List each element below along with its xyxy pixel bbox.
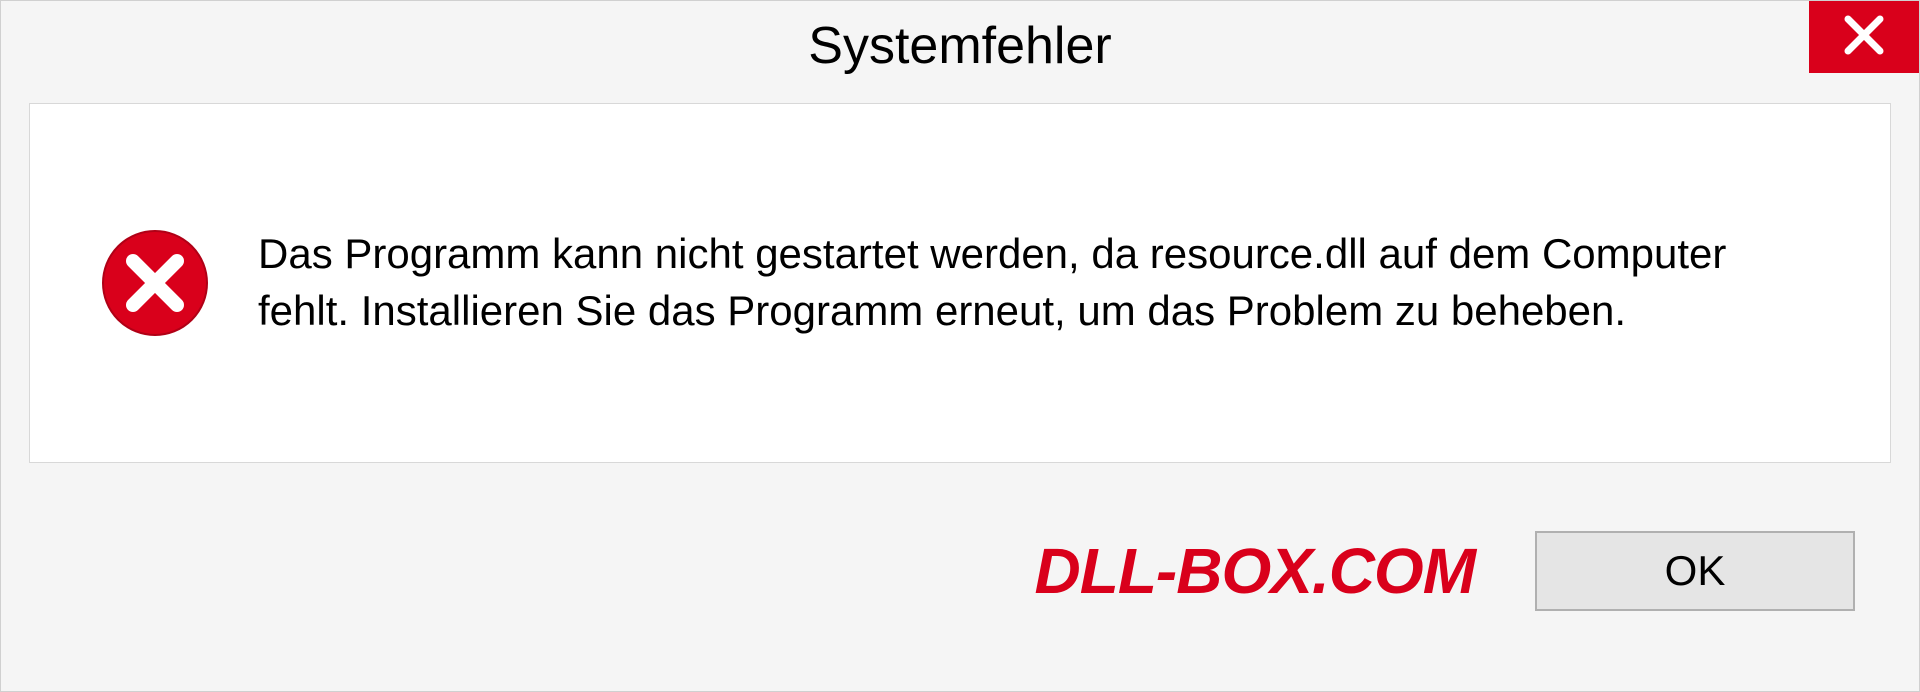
titlebar: Systemfehler [1,1,1919,91]
dialog-title: Systemfehler [808,16,1111,76]
error-icon [100,228,210,338]
watermark-text: DLL-BOX.COM [1035,534,1476,608]
ok-button-label: OK [1665,547,1726,595]
ok-button[interactable]: OK [1535,531,1855,611]
error-dialog: Systemfehler Das Programm kann nicht ges… [0,0,1920,692]
dialog-footer: DLL-BOX.COM OK [1,491,1919,691]
close-button[interactable] [1809,1,1919,73]
dialog-content: Das Programm kann nicht gestartet werden… [29,103,1891,463]
close-icon [1842,13,1886,62]
error-message: Das Programm kann nicht gestartet werden… [258,226,1820,339]
